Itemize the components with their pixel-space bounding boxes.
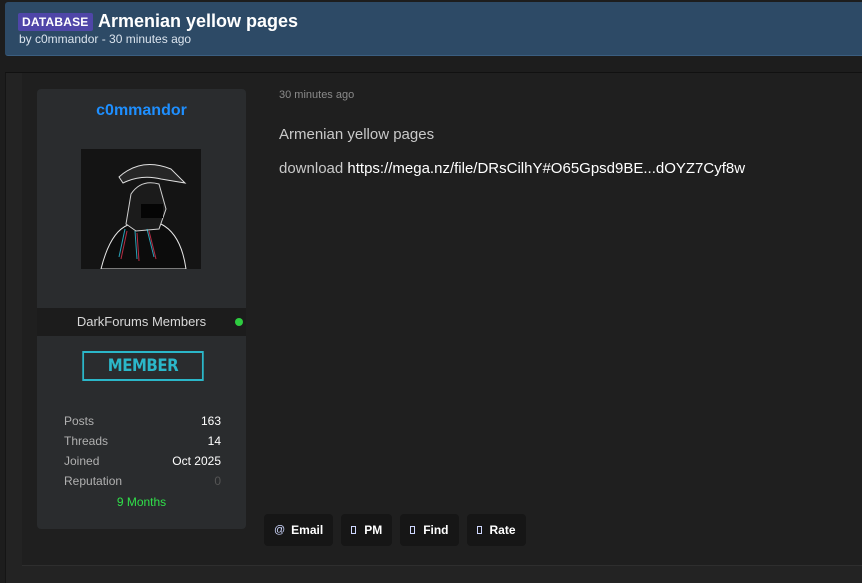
avatar-image — [81, 149, 201, 269]
download-label: download — [279, 160, 344, 177]
online-status-icon — [235, 318, 243, 326]
pm-button-label: PM — [364, 523, 383, 537]
post-action-bar: @ Email PM Find Rate — [264, 514, 526, 546]
author-panel: c0mmandor DarkForums Members MEMBER Post… — [37, 89, 246, 529]
post-download-line: download https://mega.nz/file/DRsCilhY#O… — [279, 160, 745, 177]
stat-row-reputation: Reputation 0 — [64, 474, 221, 494]
stat-label: Reputation — [64, 474, 123, 488]
post-text-line: Armenian yellow pages — [279, 126, 435, 143]
email-button-label: Email — [291, 523, 324, 537]
stat-value[interactable]: 0 — [214, 474, 221, 488]
stat-row-posts: Posts 163 — [64, 414, 221, 434]
usergroup-label: DarkForums Members — [76, 314, 207, 329]
download-link[interactable]: https://mega.nz/file/DRsCilhY#O65Gpsd9BE… — [347, 160, 745, 177]
membership-duration: 9 Months — [116, 495, 167, 509]
stat-row-joined: Joined Oct 2025 — [64, 454, 221, 474]
stat-label: Posts — [64, 414, 95, 428]
author-stats: Posts 163 Threads 14 Joined Oct 2025 Rep… — [64, 414, 221, 494]
stat-row-threads: Threads 14 — [64, 434, 221, 454]
stat-value: Oct 2025 — [172, 454, 221, 468]
post-date: 30 minutes ago — [279, 89, 355, 101]
find-button[interactable]: Find — [400, 514, 459, 546]
star-icon — [476, 526, 482, 534]
usergroup-bar: DarkForums Members — [37, 308, 246, 336]
author-username[interactable]: c0mmandor — [37, 102, 246, 120]
search-icon — [410, 526, 416, 534]
message-icon — [351, 526, 357, 534]
find-button-label: Find — [423, 523, 449, 537]
post-body: Armenian yellow pages download https://m… — [279, 126, 745, 194]
thread-header: DATABASE Armenian yellow pages by c0mman… — [5, 2, 862, 56]
thread-title: Armenian yellow pages — [98, 11, 299, 31]
rate-button-label: Rate — [489, 523, 516, 537]
stat-label: Joined — [64, 454, 100, 468]
at-icon: @ — [274, 524, 286, 536]
email-button[interactable]: @ Email — [264, 514, 334, 546]
stat-label: Threads — [64, 434, 109, 448]
rank-badge: MEMBER — [82, 351, 204, 381]
thread-meta: by c0mmandor - 30 minutes ago — [19, 32, 192, 46]
avatar[interactable] — [81, 149, 201, 269]
thread-prefix-badge[interactable]: DATABASE — [18, 13, 93, 31]
stat-value: 163 — [200, 414, 221, 428]
pm-button[interactable]: PM — [341, 514, 393, 546]
stat-value: 14 — [207, 434, 221, 448]
rate-button[interactable]: Rate — [466, 514, 526, 546]
